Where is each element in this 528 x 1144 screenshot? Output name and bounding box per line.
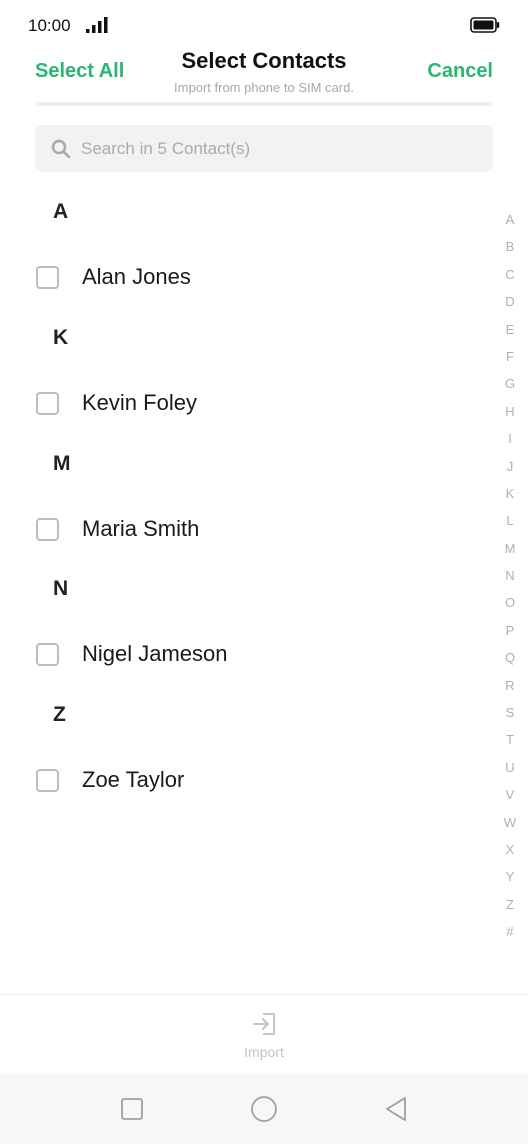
header-divider	[35, 102, 493, 106]
signal-bars-icon	[86, 17, 108, 33]
cancel-button[interactable]: Cancel	[427, 60, 493, 83]
header: Select All Select Contacts Import from p…	[0, 46, 528, 106]
alpha-index-n[interactable]: N	[498, 562, 522, 589]
alpha-index-z[interactable]: Z	[498, 891, 522, 918]
navigation-bar	[0, 1074, 528, 1144]
alpha-index-v[interactable]: V	[498, 781, 522, 808]
section-header-a: A	[53, 200, 69, 223]
alpha-index-l[interactable]: L	[498, 507, 522, 534]
alpha-index-h[interactable]: H	[498, 398, 522, 425]
search-box[interactable]	[35, 125, 493, 172]
alpha-index-b[interactable]: B	[498, 233, 522, 260]
bottom-toolbar: Import	[0, 994, 528, 1075]
import-label: Import	[244, 1044, 284, 1060]
contact-name: Nigel Jameson	[82, 641, 228, 666]
section-header-n: N	[53, 577, 69, 600]
alpha-index-m[interactable]: M	[498, 535, 522, 562]
alpha-index-a[interactable]: A	[498, 206, 522, 233]
import-button[interactable]: Import	[214, 1009, 314, 1065]
alpha-index-c[interactable]: C	[498, 261, 522, 288]
contact-row-kevin-foley[interactable]: Kevin Foley	[0, 378, 490, 428]
alpha-index-r[interactable]: R	[498, 672, 522, 699]
contact-checkbox[interactable]	[36, 266, 59, 289]
contact-checkbox[interactable]	[36, 392, 59, 415]
contact-checkbox[interactable]	[36, 518, 59, 541]
status-bar: 10:00	[0, 0, 528, 50]
contact-row-zoe-taylor[interactable]: Zoe Taylor	[0, 755, 490, 805]
screen: 10:00 Select All Select Contacts Import …	[0, 0, 528, 1144]
search-icon	[51, 139, 71, 159]
triangle-back-icon[interactable]	[381, 1094, 411, 1124]
section-header-k: K	[53, 326, 69, 349]
circle-home-icon[interactable]	[249, 1094, 279, 1124]
search-input[interactable]	[81, 125, 481, 172]
alpha-index-t[interactable]: T	[498, 726, 522, 753]
contact-name: Kevin Foley	[82, 390, 197, 415]
alpha-index-d[interactable]: D	[498, 288, 522, 315]
section-header-m: M	[53, 452, 71, 475]
alpha-index-k[interactable]: K	[498, 480, 522, 507]
contact-row-alan-jones[interactable]: Alan Jones	[0, 252, 490, 302]
contact-checkbox[interactable]	[36, 643, 59, 666]
alpha-index-s[interactable]: S	[498, 699, 522, 726]
alpha-index-y[interactable]: Y	[498, 863, 522, 890]
alpha-index-x[interactable]: X	[498, 836, 522, 863]
alpha-index-j[interactable]: J	[498, 453, 522, 480]
alphabet-index[interactable]: A B C D E F G H I J K L M N O P Q R S T …	[498, 206, 522, 946]
contact-row-maria-smith[interactable]: Maria Smith	[0, 504, 490, 554]
contact-name: Maria Smith	[82, 516, 200, 541]
battery-full-icon	[470, 17, 500, 33]
alpha-index-i[interactable]: I	[498, 425, 522, 452]
contact-checkbox[interactable]	[36, 769, 59, 792]
status-time: 10:00	[28, 16, 71, 35]
square-recents-icon[interactable]	[117, 1094, 147, 1124]
alpha-index-e[interactable]: E	[498, 316, 522, 343]
alpha-index-p[interactable]: P	[498, 617, 522, 644]
section-header-z: Z	[53, 703, 66, 726]
alpha-index-hash[interactable]: #	[498, 918, 522, 945]
import-icon	[253, 1013, 275, 1035]
alpha-index-q[interactable]: Q	[498, 644, 522, 671]
alpha-index-w[interactable]: W	[498, 809, 522, 836]
contact-name: Zoe Taylor	[82, 767, 185, 792]
alpha-index-u[interactable]: U	[498, 754, 522, 781]
alpha-index-g[interactable]: G	[498, 370, 522, 397]
contact-name: Alan Jones	[82, 264, 191, 289]
alpha-index-o[interactable]: O	[498, 589, 522, 616]
alpha-index-f[interactable]: F	[498, 343, 522, 370]
contact-row-nigel-jameson[interactable]: Nigel Jameson	[0, 629, 490, 679]
